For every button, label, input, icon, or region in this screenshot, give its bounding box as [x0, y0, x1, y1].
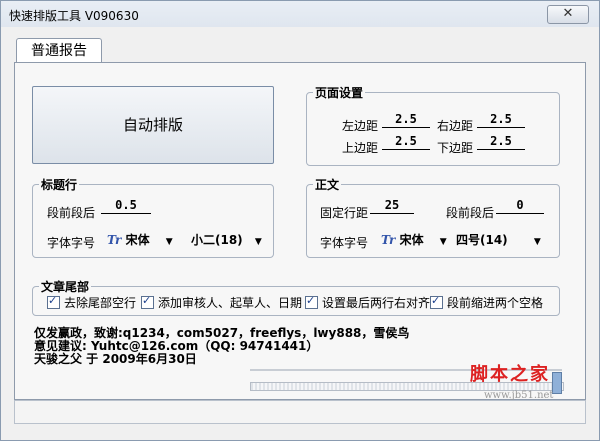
chevron-down-icon: ▼	[533, 237, 541, 247]
chevron-down-icon: ▼	[439, 237, 447, 247]
heading-font-size-select[interactable]: 小二(18) ▼	[191, 231, 267, 249]
left-margin-input[interactable]: 2.5	[382, 112, 430, 128]
checkbox-checked-icon	[430, 294, 443, 309]
body-font-label: 字体字号	[320, 236, 369, 250]
right-margin-input[interactable]: 2.5	[477, 112, 525, 128]
page-setup-legend: 页面设置	[315, 86, 364, 100]
line-spacing-input[interactable]: 25	[370, 198, 414, 214]
site-watermark: 脚本之家 www.jb51.net	[470, 360, 553, 401]
checkbox-label: 段前缩进两个空格	[447, 296, 544, 310]
body-font-size-select[interactable]: 四号(14) ▼	[456, 231, 552, 249]
heading-font-size: 小二(18)	[191, 233, 243, 247]
chevron-down-icon: ▼	[254, 237, 262, 247]
bottom-margin-label: 下边距	[437, 141, 474, 155]
remove-trailing-blank-checkbox[interactable]: 去除尾部空行	[47, 294, 136, 311]
top-margin-input[interactable]: 2.5	[382, 134, 430, 150]
title-bar: 快速排版工具 V090630 ✕	[1, 1, 599, 27]
article-tail-legend: 文章尾部	[41, 280, 90, 294]
heading-spacing-input[interactable]: 0.5	[101, 198, 151, 214]
right-margin-label: 右边距	[437, 119, 474, 133]
right-align-last-two-checkbox[interactable]: 设置最后两行右对齐	[305, 294, 430, 311]
close-button[interactable]: ✕	[547, 5, 589, 24]
body-font-size: 四号(14)	[456, 233, 508, 247]
body-text-legend: 正文	[315, 178, 340, 192]
auto-format-button[interactable]: 自动排版	[32, 86, 274, 164]
bottom-margin-input[interactable]: 2.5	[477, 134, 525, 150]
checkbox-checked-icon	[141, 294, 154, 309]
checkbox-label: 添加审核人、起草人、日期	[158, 296, 303, 310]
line-spacing-label: 固定行距	[320, 206, 369, 220]
slider-thumb[interactable]	[552, 372, 562, 394]
add-reviewer-checkbox[interactable]: 添加审核人、起草人、日期	[141, 294, 302, 311]
para-spacing-label: 段前段后	[446, 206, 495, 220]
checkbox-label: 去除尾部空行	[64, 296, 137, 310]
checkbox-checked-icon	[47, 294, 60, 309]
status-bar	[14, 400, 586, 424]
tab-normal-report[interactable]: 普通报告	[16, 38, 102, 63]
chevron-down-icon: ▼	[165, 237, 173, 247]
heading-spacing-label: 段前段后	[47, 206, 96, 220]
checkbox-checked-icon	[305, 294, 318, 309]
left-margin-label: 左边距	[342, 119, 379, 133]
indent-two-spaces-checkbox[interactable]: 段前缩进两个空格	[430, 294, 543, 311]
watermark-main: 脚本之家	[470, 364, 550, 385]
para-spacing-input[interactable]: 0	[496, 198, 544, 214]
body-font-name-select[interactable]: Tr 宋体 ▼	[381, 231, 457, 249]
truetype-icon: Tr	[381, 233, 396, 247]
window-title: 快速排版工具 V090630	[9, 9, 139, 23]
body-font-name: 宋体	[399, 233, 424, 247]
heading-font-name-select[interactable]: Tr 宋体 ▼	[107, 231, 187, 249]
credits-line-3: 天骏之父 于 2009年6月30日	[34, 352, 197, 366]
tab-strip: 普通报告	[14, 34, 586, 64]
checkbox-label: 设置最后两行右对齐	[322, 296, 431, 310]
truetype-icon: Tr	[107, 233, 122, 247]
heading-font-name: 宋体	[125, 233, 150, 247]
top-margin-label: 上边距	[342, 141, 379, 155]
heading-legend: 标题行	[41, 178, 78, 192]
heading-font-label: 字体字号	[47, 236, 96, 250]
